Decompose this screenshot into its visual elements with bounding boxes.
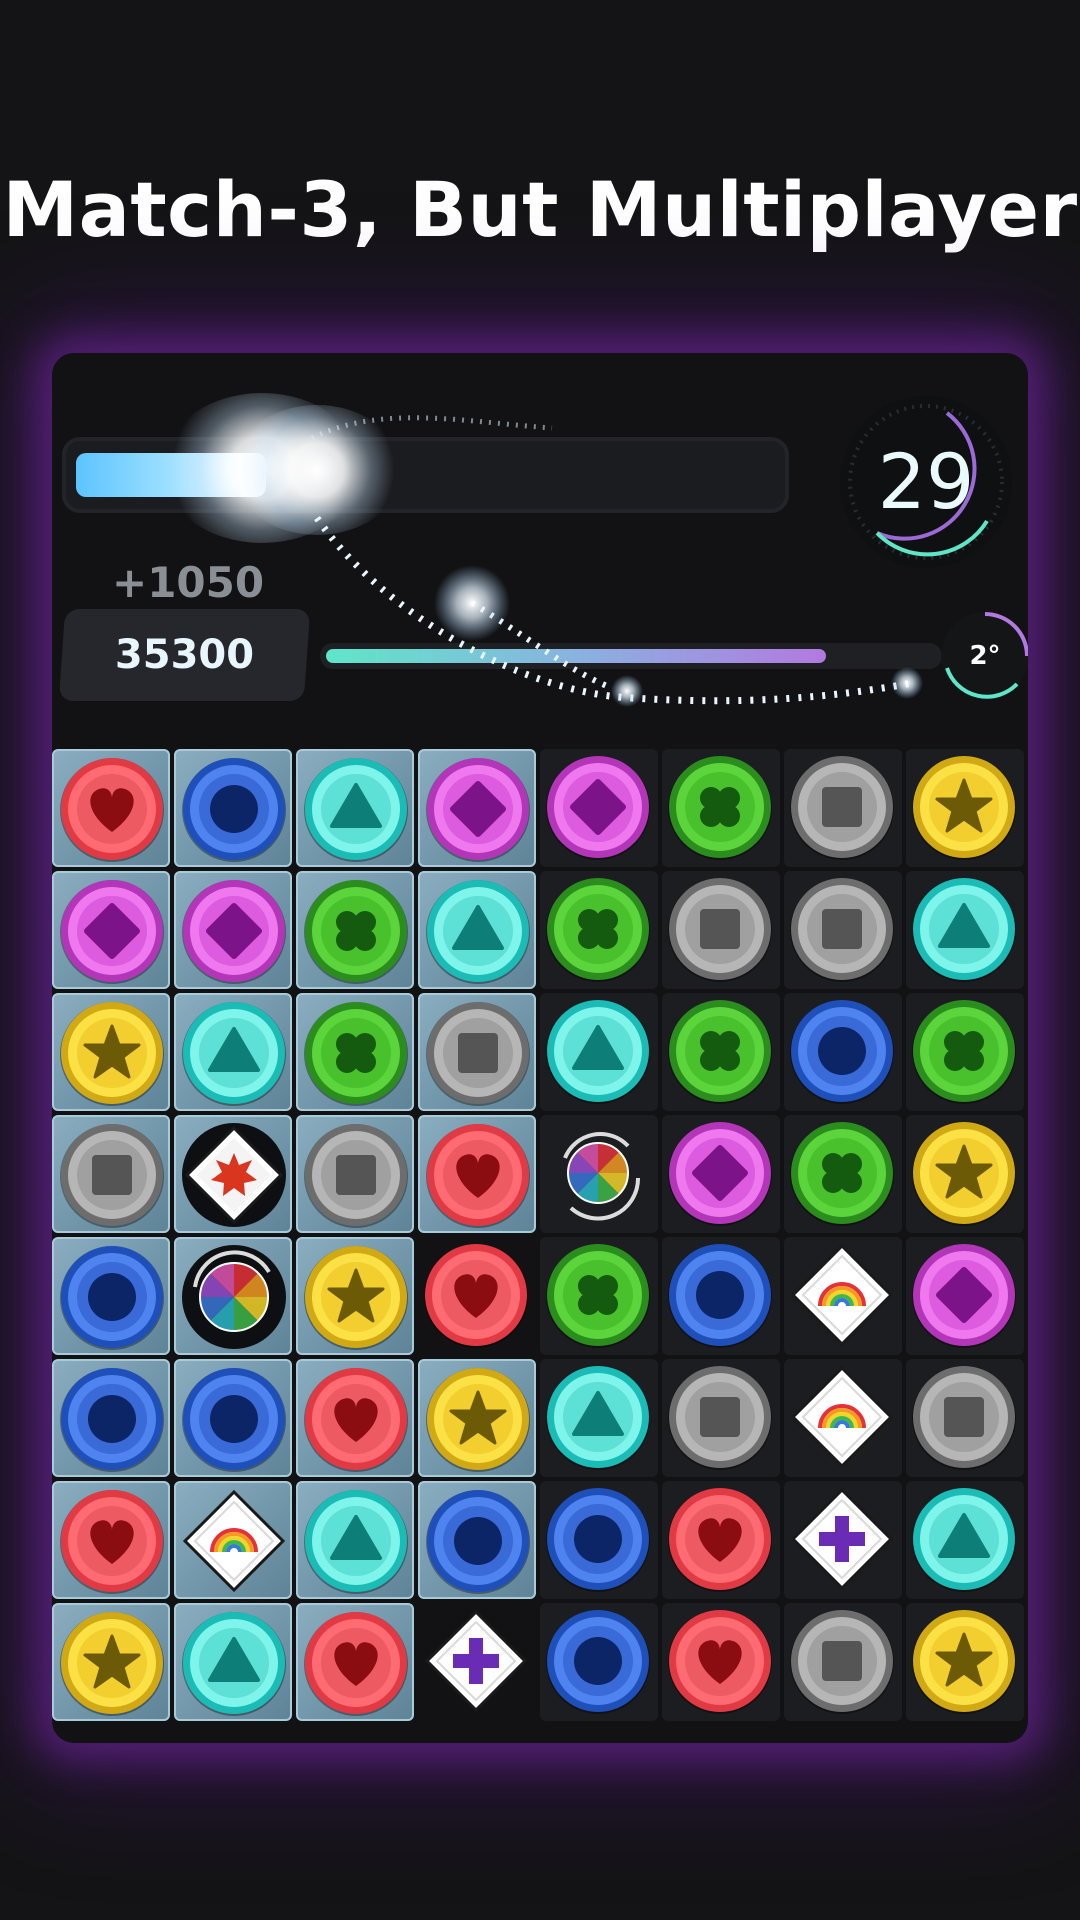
board-cell[interactable] bbox=[418, 1481, 536, 1599]
board-cell[interactable] bbox=[296, 871, 414, 989]
board-cell[interactable] bbox=[662, 1359, 780, 1477]
game-panel: 29 +1050 35300 2° bbox=[52, 353, 1028, 1743]
board-cell[interactable] bbox=[662, 993, 780, 1111]
board-cell[interactable] bbox=[418, 871, 536, 989]
score-gain: +1050 bbox=[112, 558, 265, 607]
board-cell[interactable] bbox=[784, 1115, 902, 1233]
board-cell[interactable] bbox=[540, 1237, 658, 1355]
headline: Match-3, But Multiplayer bbox=[2, 165, 1078, 254]
board-cell[interactable] bbox=[418, 749, 536, 867]
board-cell[interactable] bbox=[174, 1603, 292, 1721]
board-cell[interactable] bbox=[540, 1115, 658, 1233]
board-cell[interactable] bbox=[906, 1237, 1024, 1355]
score-value: 35300 bbox=[114, 632, 255, 678]
board-cell[interactable] bbox=[906, 1115, 1024, 1233]
board-cell[interactable] bbox=[418, 1603, 536, 1721]
match3-board[interactable] bbox=[52, 749, 1028, 1725]
board-cell[interactable] bbox=[174, 1359, 292, 1477]
board-cell[interactable] bbox=[52, 1359, 170, 1477]
board-cell[interactable] bbox=[784, 1237, 902, 1355]
timer-dial: 29 bbox=[837, 393, 1015, 571]
board-cell[interactable] bbox=[52, 1481, 170, 1599]
board-cell[interactable] bbox=[662, 1481, 780, 1599]
board-cell[interactable] bbox=[784, 993, 902, 1111]
board-cell[interactable] bbox=[296, 993, 414, 1111]
board-cell[interactable] bbox=[296, 1359, 414, 1477]
board-cell[interactable] bbox=[540, 1603, 658, 1721]
board-cell[interactable] bbox=[540, 871, 658, 989]
board-cell[interactable] bbox=[174, 749, 292, 867]
board-cell[interactable] bbox=[906, 1603, 1024, 1721]
board-cell[interactable] bbox=[296, 1481, 414, 1599]
board-cell[interactable] bbox=[174, 1481, 292, 1599]
board-cell[interactable] bbox=[662, 1237, 780, 1355]
level-progress-bar bbox=[320, 643, 942, 669]
board-cell[interactable] bbox=[662, 1115, 780, 1233]
board-cell[interactable] bbox=[906, 993, 1024, 1111]
board-cell[interactable] bbox=[784, 749, 902, 867]
level-value: 2° bbox=[969, 641, 1001, 671]
board-cell[interactable] bbox=[784, 1481, 902, 1599]
progress-glow-effect bbox=[232, 405, 402, 535]
board-cell[interactable] bbox=[540, 993, 658, 1111]
board-cell[interactable] bbox=[174, 1237, 292, 1355]
board-cell[interactable] bbox=[174, 993, 292, 1111]
board-cell[interactable] bbox=[540, 1481, 658, 1599]
board-cell[interactable] bbox=[418, 1115, 536, 1233]
board-cell[interactable] bbox=[296, 1603, 414, 1721]
board-cell[interactable] bbox=[174, 871, 292, 989]
board-cell[interactable] bbox=[52, 1237, 170, 1355]
board-cell[interactable] bbox=[418, 1237, 536, 1355]
board-cell[interactable] bbox=[418, 1359, 536, 1477]
board-cell[interactable] bbox=[784, 1603, 902, 1721]
board-cell[interactable] bbox=[52, 1603, 170, 1721]
board-cell[interactable] bbox=[52, 1115, 170, 1233]
board-cell[interactable] bbox=[296, 1237, 414, 1355]
board-cell[interactable] bbox=[52, 749, 170, 867]
board-cell[interactable] bbox=[784, 871, 902, 989]
board-cell[interactable] bbox=[662, 871, 780, 989]
board-cell[interactable] bbox=[52, 993, 170, 1111]
board-cell[interactable] bbox=[418, 993, 536, 1111]
board-cell[interactable] bbox=[906, 1481, 1024, 1599]
board-cell[interactable] bbox=[906, 871, 1024, 989]
board-cell[interactable] bbox=[52, 871, 170, 989]
board-cell[interactable] bbox=[296, 749, 414, 867]
level-progress-fill bbox=[326, 649, 827, 663]
board-cell[interactable] bbox=[174, 1115, 292, 1233]
board-cell[interactable] bbox=[784, 1359, 902, 1477]
board-cell[interactable] bbox=[906, 749, 1024, 867]
board-cell[interactable] bbox=[662, 749, 780, 867]
board-cell[interactable] bbox=[906, 1359, 1024, 1477]
board-cell[interactable] bbox=[540, 1359, 658, 1477]
board-cell[interactable] bbox=[662, 1603, 780, 1721]
board-cell[interactable] bbox=[296, 1115, 414, 1233]
board-cell[interactable] bbox=[540, 749, 658, 867]
timer-value: 29 bbox=[877, 437, 975, 526]
